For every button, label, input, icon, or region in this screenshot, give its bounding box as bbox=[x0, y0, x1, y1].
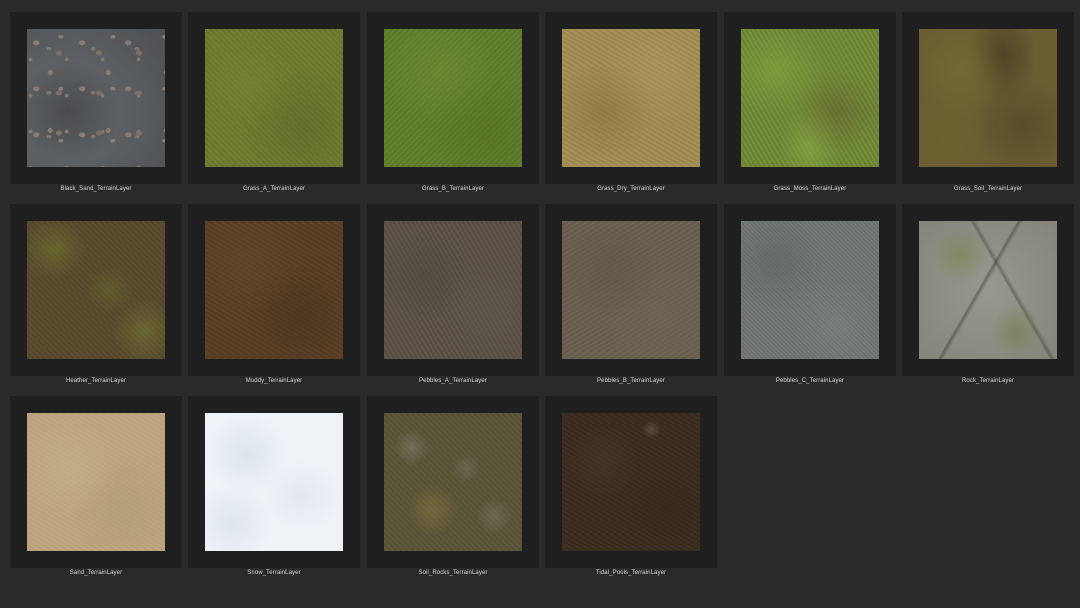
terrain-layer-label: Pebbles_A_TerrainLayer bbox=[419, 378, 487, 384]
terrain-layer-tile[interactable]: Rock_TerrainLayer bbox=[902, 204, 1074, 384]
terrain-layer-tile[interactable]: Grass_B_TerrainLayer bbox=[367, 12, 539, 192]
terrain-layer-label: Pebbles_C_TerrainLayer bbox=[775, 378, 845, 384]
terrain-layer-tile[interactable]: Pebbles_B_TerrainLayer bbox=[545, 204, 717, 384]
terrain-layer-tile[interactable]: Heather_TerrainLayer bbox=[10, 204, 182, 384]
terrain-layer-label: Black_Sand_TerrainLayer bbox=[60, 186, 132, 192]
terrain-texture-thumbnail bbox=[741, 29, 879, 167]
terrain-layer-label: Grass_Moss_TerrainLayer bbox=[773, 186, 847, 192]
terrain-layer-tile[interactable]: Snow_TerrainLayer bbox=[188, 396, 360, 576]
terrain-texture-thumbnail bbox=[562, 221, 700, 359]
terrain-layer-tile[interactable]: Muddy_TerrainLayer bbox=[188, 204, 360, 384]
terrain-layer-label: Rock_TerrainLayer bbox=[961, 378, 1015, 384]
terrain-layer-label: Grass_B_TerrainLayer bbox=[421, 186, 485, 192]
terrain-layer-label: Tidal_Pools_TerrainLayer bbox=[595, 570, 667, 576]
terrain-layer-tile[interactable]: Sand_TerrainLayer bbox=[10, 396, 182, 576]
terrain-texture-thumbnail bbox=[205, 29, 343, 167]
terrain-layer-tile[interactable]: Pebbles_C_TerrainLayer bbox=[724, 204, 896, 384]
terrain-layer-gallery: Black_Sand_TerrainLayer Grass_A_TerrainLa… bbox=[0, 0, 1080, 608]
terrain-layer-label: Snow_TerrainLayer bbox=[247, 570, 301, 576]
terrain-texture-thumbnail bbox=[562, 413, 700, 551]
terrain-texture-thumbnail bbox=[27, 413, 165, 551]
terrain-texture-thumbnail bbox=[919, 221, 1057, 359]
terrain-layer-label: Grass_Soil_TerrainLayer bbox=[953, 186, 1023, 192]
terrain-texture-thumbnail bbox=[384, 413, 522, 551]
terrain-texture-thumbnail bbox=[919, 29, 1057, 167]
terrain-layer-label: Grass_Dry_TerrainLayer bbox=[597, 186, 665, 192]
terrain-layer-tile[interactable]: Pebbles_A_TerrainLayer bbox=[367, 204, 539, 384]
terrain-layer-label: Muddy_TerrainLayer bbox=[245, 378, 303, 384]
terrain-texture-thumbnail bbox=[562, 29, 700, 167]
terrain-layer-tile[interactable]: Grass_A_TerrainLayer bbox=[188, 12, 360, 192]
terrain-texture-thumbnail bbox=[27, 221, 165, 359]
terrain-layer-tile[interactable]: Tidal_Pools_TerrainLayer bbox=[545, 396, 717, 576]
terrain-layer-label: Grass_A_TerrainLayer bbox=[242, 186, 306, 192]
terrain-layer-tile[interactable]: Grass_Dry_TerrainLayer bbox=[545, 12, 717, 192]
terrain-texture-thumbnail bbox=[384, 29, 522, 167]
terrain-layer-tile[interactable]: Grass_Soil_TerrainLayer bbox=[902, 12, 1074, 192]
terrain-layer-tile[interactable]: Soil_Rocks_TerrainLayer bbox=[367, 396, 539, 576]
terrain-layer-label: Sand_TerrainLayer bbox=[69, 570, 123, 576]
terrain-layer-label: Pebbles_B_TerrainLayer bbox=[597, 378, 665, 384]
terrain-layer-tile[interactable]: Black_Sand_TerrainLayer bbox=[10, 12, 182, 192]
terrain-texture-thumbnail bbox=[205, 221, 343, 359]
terrain-layer-tile[interactable]: Grass_Moss_TerrainLayer bbox=[724, 12, 896, 192]
terrain-texture-thumbnail bbox=[27, 29, 165, 167]
terrain-layer-label: Heather_TerrainLayer bbox=[65, 378, 127, 384]
terrain-texture-thumbnail bbox=[741, 221, 879, 359]
terrain-texture-thumbnail bbox=[384, 221, 522, 359]
terrain-layer-label: Soil_Rocks_TerrainLayer bbox=[418, 570, 488, 576]
terrain-texture-thumbnail bbox=[205, 413, 343, 551]
